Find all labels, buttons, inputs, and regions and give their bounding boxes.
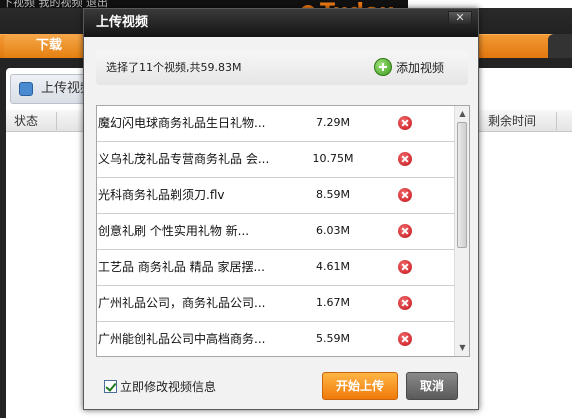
remove-file-icon[interactable]	[398, 188, 412, 202]
header-search-box[interactable]	[408, 0, 572, 8]
remove-file-icon[interactable]	[398, 332, 412, 346]
file-size: 1.67M	[316, 296, 350, 309]
scrollbar-thumb[interactable]	[457, 122, 467, 248]
file-row[interactable]: 广州能创礼品公司中高档商务... 5.59M	[97, 322, 454, 356]
file-list-scrollbar[interactable]: ▲ ▼	[454, 106, 469, 356]
scroll-up-arrow-icon[interactable]: ▲	[457, 107, 468, 121]
file-list: 魔幻闪电球商务礼品生日礼物... 7.29M 义乌礼茂礼品专营商务礼品 会...…	[96, 105, 470, 357]
start-upload-button[interactable]: 开始上传	[322, 372, 398, 400]
file-size: 7.29M	[316, 116, 350, 129]
upload-video-tab[interactable]: 上传视频	[10, 74, 90, 104]
file-size: 10.75M	[312, 152, 354, 165]
column-remaining-time[interactable]: 剩余时间	[488, 111, 536, 131]
file-name: 广州礼品公司，商务礼品公司...	[98, 296, 266, 310]
column-separator	[556, 112, 557, 130]
remove-file-icon[interactable]	[398, 224, 412, 238]
remove-file-icon[interactable]	[398, 116, 412, 130]
file-name: 义乌礼茂礼品专营商务礼品 会...	[98, 152, 270, 166]
file-row[interactable]: 义乌礼茂礼品专营商务礼品 会... 10.75M	[97, 142, 454, 178]
remove-file-icon[interactable]	[398, 296, 412, 310]
tab-right-edge[interactable]	[548, 34, 572, 58]
tab-download[interactable]: 下载	[4, 34, 94, 58]
file-size: 8.59M	[316, 188, 350, 201]
dialog-titlebar[interactable]: 上传视频 ✕	[84, 9, 478, 37]
file-size: 4.61M	[316, 260, 350, 273]
file-name: 创意礼刷 个性实用礼物 新...	[98, 224, 250, 238]
column-status[interactable]: 状态	[14, 111, 38, 131]
dialog-title: 上传视频	[96, 15, 149, 30]
cancel-button[interactable]: 取消	[406, 372, 458, 400]
plus-icon	[374, 58, 392, 76]
close-icon: ✕	[455, 11, 465, 24]
scroll-down-arrow-icon[interactable]: ▼	[457, 341, 468, 355]
file-row[interactable]: 光科商务礼品剃须刀.flv 8.59M	[97, 178, 454, 214]
top-menu-text[interactable]: 下视频 我的视频 退出	[2, 0, 108, 8]
file-row[interactable]: 魔幻闪电球商务礼品生日礼物... 7.29M	[97, 106, 454, 142]
column-separator	[56, 112, 57, 130]
add-video-label: 添加视频	[396, 61, 445, 75]
remove-file-icon[interactable]	[398, 152, 412, 166]
file-name: 魔幻闪电球商务礼品生日礼物...	[98, 116, 266, 130]
file-name: 工艺品 商务礼品 精品 家居摆...	[98, 260, 265, 274]
file-row[interactable]: 广州礼品公司，商务礼品公司... 1.67M	[97, 286, 454, 322]
selection-summary-bar: 选择了11个视频,共59.83M 添加视频	[96, 51, 468, 85]
close-button[interactable]: ✕	[448, 11, 472, 25]
file-row[interactable]: 工艺品 商务礼品 精品 家居摆... 4.61M	[97, 250, 454, 286]
selection-summary: 选择了11个视频,共59.83M	[106, 61, 242, 74]
upload-video-dialog: 上传视频 ✕ 选择了11个视频,共59.83M 添加视频 魔幻闪电球商务礼品生日…	[83, 8, 479, 410]
file-size: 5.59M	[316, 332, 350, 345]
file-row[interactable]: 创意礼刷 个性实用礼物 新... 6.03M	[97, 214, 454, 250]
remove-file-icon[interactable]	[398, 260, 412, 274]
edit-info-checkbox[interactable]	[104, 380, 117, 393]
file-size: 6.03M	[316, 224, 350, 237]
add-video-button[interactable]: 添加视频	[374, 58, 444, 78]
upload-folder-icon	[19, 82, 33, 96]
file-name: 光科商务礼品剃须刀.flv	[98, 188, 225, 202]
file-name: 广州能创礼品公司中高档商务...	[98, 332, 266, 346]
edit-info-label: 立即修改视频信息	[120, 380, 217, 394]
edit-info-checkbox-row[interactable]: 立即修改视频信息	[104, 379, 216, 395]
